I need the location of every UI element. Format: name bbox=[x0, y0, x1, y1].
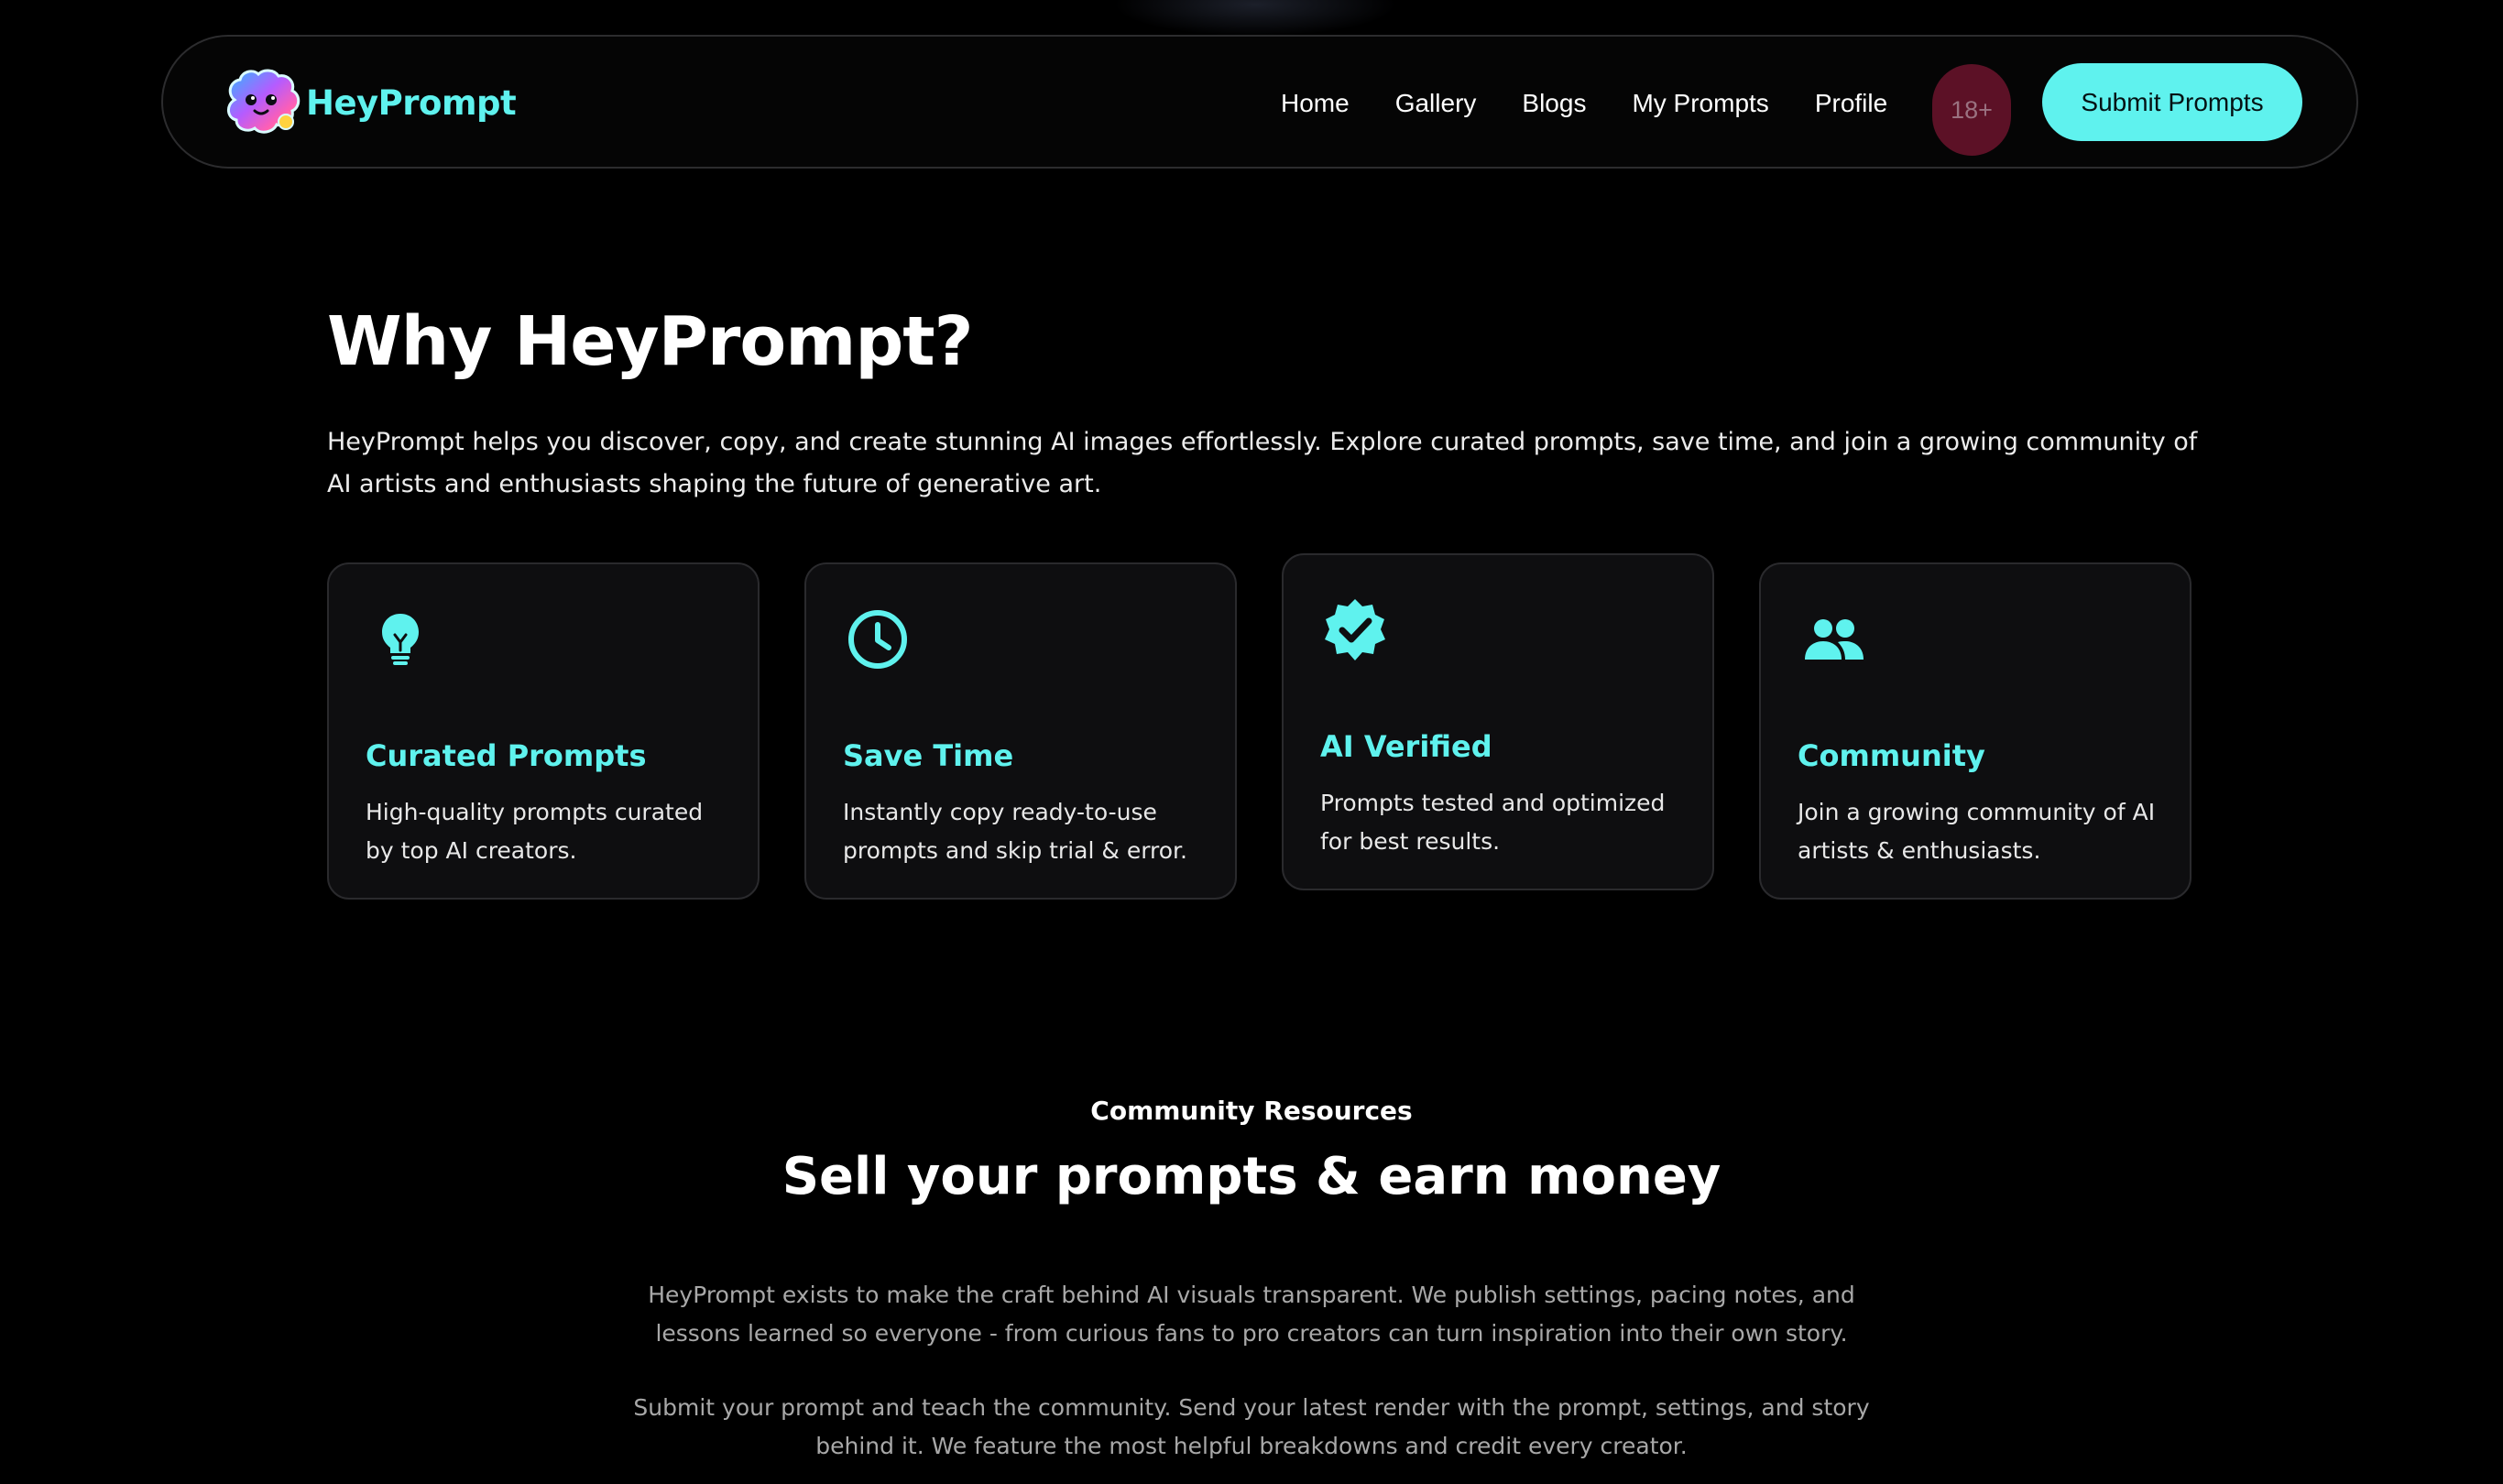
clock-icon bbox=[848, 610, 907, 669]
feature-card-save-time: Save Time Instantly copy ready-to-use pr… bbox=[804, 562, 1237, 900]
why-heading: Why HeyPrompt? bbox=[327, 302, 974, 381]
nav-link-my-prompts[interactable]: My Prompts bbox=[1632, 89, 1768, 118]
brand-name: HeyPrompt bbox=[306, 82, 517, 123]
feature-card-curated: Curated Prompts High-quality prompts cur… bbox=[327, 562, 760, 900]
feature-card-ai-verified: AI Verified Prompts tested and optimized… bbox=[1282, 553, 1714, 890]
age-badge-toggle[interactable]: 18+ bbox=[1932, 64, 2011, 156]
card-text: Join a growing community of AI artists &… bbox=[1798, 799, 2156, 864]
page: HeyPrompt Home Gallery Blogs My Prompts … bbox=[0, 0, 2503, 1484]
nav-link-blogs[interactable]: Blogs bbox=[1522, 89, 1586, 118]
nav-link-profile[interactable]: Profile bbox=[1815, 89, 1887, 118]
community-heading: Sell your prompts & earn money bbox=[782, 1147, 1721, 1206]
community-label: Community Resources bbox=[1090, 1096, 1413, 1126]
card-text: Instantly copy ready-to-use prompts and … bbox=[843, 799, 1187, 864]
card-title: Curated Prompts bbox=[366, 738, 647, 773]
nav-link-home[interactable]: Home bbox=[1281, 89, 1350, 118]
community-paragraph: HeyPrompt exists to make the craft behin… bbox=[648, 1282, 1855, 1347]
brain-face-logo-icon bbox=[227, 69, 301, 134]
submit-prompts-button[interactable]: Submit Prompts bbox=[2042, 63, 2302, 141]
card-text: Prompts tested and optimized for best re… bbox=[1320, 790, 1666, 855]
card-title: Community bbox=[1798, 738, 1985, 773]
community-paragraph: Submit your prompt and teach the communi… bbox=[633, 1394, 1870, 1459]
brand-logo-link[interactable]: HeyPrompt bbox=[222, 67, 517, 138]
verified-badge-icon bbox=[1325, 599, 1385, 660]
card-title: AI Verified bbox=[1320, 729, 1492, 764]
nav-links: Home Gallery Blogs My Prompts Profile bbox=[1281, 37, 1933, 170]
top-glow bbox=[1113, 0, 1397, 37]
card-text: High-quality prompts curated by top AI c… bbox=[366, 799, 704, 864]
nav-link-gallery[interactable]: Gallery bbox=[1395, 89, 1477, 118]
lightbulb-icon bbox=[382, 614, 419, 665]
people-icon bbox=[1805, 619, 1864, 660]
card-title: Save Time bbox=[843, 738, 1014, 773]
why-description: HeyPrompt helps you discover, copy, and … bbox=[327, 428, 2198, 498]
feature-card-community: Community Join a growing community of AI… bbox=[1759, 562, 2191, 900]
navbar: HeyPrompt Home Gallery Blogs My Prompts … bbox=[161, 35, 2358, 169]
